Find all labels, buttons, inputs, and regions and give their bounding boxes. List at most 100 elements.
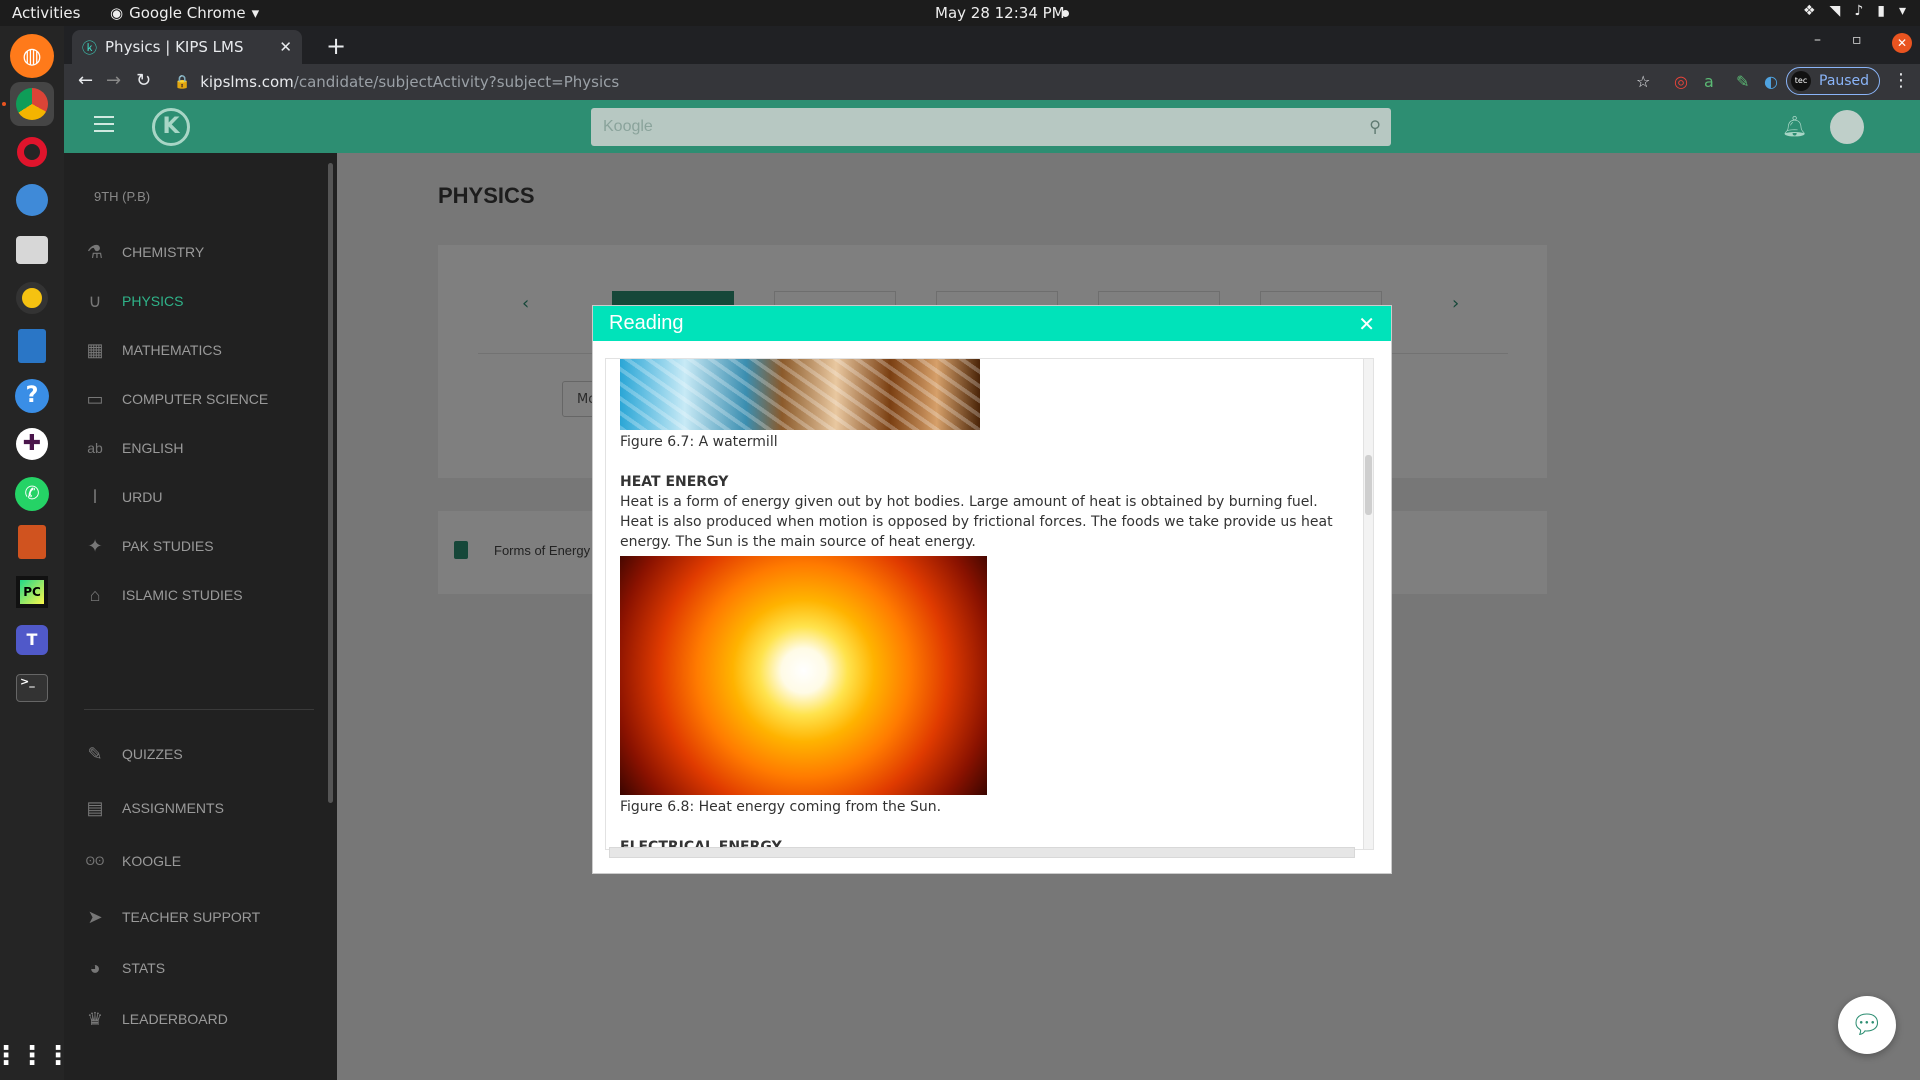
firefox-icon[interactable]: ◍ bbox=[10, 34, 54, 78]
sidebar-item-label: QUIZZES bbox=[122, 746, 183, 762]
figure-caption: Figure 6.7: A watermill bbox=[620, 434, 778, 450]
trophy-icon: ♛ bbox=[86, 1008, 104, 1029]
sidebar-item-stats[interactable]: ◕ STATS bbox=[84, 953, 314, 983]
activities-button[interactable]: Activities bbox=[12, 4, 80, 22]
show-apps-grid-icon[interactable]: ⋮⋮⋮ bbox=[0, 1034, 71, 1078]
teams-tray-icon[interactable]: ❖ bbox=[1803, 3, 1816, 19]
pycharm-icon[interactable]: PC bbox=[10, 570, 54, 614]
pie-chart-icon: ◕ bbox=[89, 957, 101, 978]
search-icon[interactable]: ⚲ bbox=[1369, 117, 1381, 136]
sidebar-item-label: URDU bbox=[122, 489, 163, 505]
opera-icon[interactable] bbox=[10, 130, 54, 174]
address-bar[interactable]: 🔒 kipslms.com/candidate/subjectActivity?… bbox=[174, 67, 1654, 97]
watermill-image bbox=[620, 359, 980, 430]
thunderbird-icon[interactable] bbox=[10, 178, 54, 222]
sidebar-item-physics[interactable]: ∪ PHYSICS bbox=[84, 286, 314, 316]
horizontal-scrollbar[interactable] bbox=[609, 847, 1355, 858]
chrome-icon[interactable] bbox=[10, 82, 54, 126]
profile-avatar: tec bbox=[1791, 71, 1811, 91]
kips-logo[interactable]: K bbox=[152, 108, 190, 146]
sidebar-item-mathematics[interactable]: ▦ MATHEMATICS bbox=[84, 335, 314, 365]
calculator-icon: ▦ bbox=[86, 339, 104, 360]
reading-content[interactable]: Figure 6.7: A watermill HEAT ENERGY Heat… bbox=[605, 358, 1367, 850]
modal-title: Reading bbox=[609, 312, 684, 334]
minimize-button[interactable]: – bbox=[1814, 32, 1821, 48]
sidebar: 9TH (P.B) ⚗ CHEMISTRY ∪ PHYSICS ▦ MATHEMATI… bbox=[64, 153, 337, 1080]
koogle-search[interactable]: ⚲ bbox=[591, 108, 1391, 146]
window-close-button[interactable]: ✕ bbox=[1892, 33, 1912, 53]
sidebar-item-assignments[interactable]: ▤ ASSIGNMENTS bbox=[84, 793, 314, 823]
extension-icon-2[interactable]: a bbox=[1704, 72, 1714, 91]
clipboard-icon: ▤ bbox=[86, 797, 104, 818]
files-icon[interactable] bbox=[10, 228, 54, 272]
edit-icon: ✎ bbox=[87, 743, 103, 764]
mosque-icon: ⌂ bbox=[89, 584, 101, 605]
close-icon[interactable]: ✕ bbox=[1358, 312, 1375, 336]
whatsapp-icon[interactable]: ✆ bbox=[10, 472, 54, 516]
search-input[interactable] bbox=[591, 108, 1391, 146]
impress-icon[interactable] bbox=[10, 520, 54, 564]
back-button[interactable]: ← bbox=[78, 70, 93, 91]
sidebar-item-koogle[interactable]: ʘʘ KOOGLE bbox=[84, 846, 314, 876]
flask-icon: ⚗ bbox=[86, 241, 104, 262]
sidebar-item-leaderboard[interactable]: ♛ LEADERBOARD bbox=[84, 1004, 314, 1034]
help-icon[interactable]: ? bbox=[10, 374, 54, 418]
sidebar-divider bbox=[84, 709, 314, 710]
tab-close-icon[interactable]: ✕ bbox=[279, 38, 292, 56]
sidebar-item-pak-studies[interactable]: ✦ PAK STUDIES bbox=[84, 531, 314, 561]
rhythmbox-icon[interactable] bbox=[10, 276, 54, 320]
chrome-menu-icon[interactable]: ⋮ bbox=[1892, 70, 1910, 91]
sidebar-item-label: LEADERBOARD bbox=[122, 1011, 228, 1027]
chat-icon: 💬︎ bbox=[1850, 1010, 1884, 1040]
extension-icon-3[interactable]: ✎ bbox=[1736, 72, 1749, 91]
app-menu[interactable]: ◉ Google Chrome ▾ bbox=[110, 4, 259, 22]
tab-title: Physics | KIPS LMS bbox=[105, 38, 244, 56]
sidebar-item-chemistry[interactable]: ⚗ CHEMISTRY bbox=[84, 237, 314, 267]
sidebar-item-label: STATS bbox=[122, 960, 166, 976]
sidebar-scrollbar[interactable] bbox=[328, 163, 333, 803]
url-host: kipslms.com bbox=[200, 73, 294, 91]
system-top-bar: Activities ◉ Google Chrome ▾ May 28 12:3… bbox=[0, 0, 1920, 26]
sidebar-item-islamic-studies[interactable]: ⌂ ISLAMIC STUDIES bbox=[84, 580, 314, 610]
lock-icon[interactable]: 🔒 bbox=[174, 75, 190, 90]
new-tab-button[interactable]: + bbox=[326, 32, 346, 60]
profile-button[interactable]: tec Paused bbox=[1786, 67, 1881, 95]
bell-icon[interactable]: 🔔︎ bbox=[1782, 114, 1807, 138]
modal-header: Reading ✕ bbox=[593, 306, 1391, 341]
sidebar-item-label: ASSIGNMENTS bbox=[122, 800, 224, 816]
sidebar-item-quizzes[interactable]: ✎ QUIZZES bbox=[84, 739, 314, 769]
chat-button[interactable]: 💬︎ bbox=[1838, 996, 1896, 1054]
chevron-down-icon: ▾ bbox=[1898, 3, 1906, 19]
sidebar-item-label: TEACHER SUPPORT bbox=[122, 909, 261, 925]
sidebar-item-english[interactable]: ab ENGLISH bbox=[84, 433, 314, 463]
vertical-scrollbar[interactable] bbox=[1363, 358, 1374, 850]
terminal-icon[interactable]: >_ bbox=[10, 666, 54, 710]
notification-dot bbox=[1062, 10, 1069, 17]
writer-icon[interactable] bbox=[10, 324, 54, 368]
sidebar-item-urdu[interactable]: ﺍ URDU bbox=[84, 482, 314, 512]
urdu-script-icon: ﺍ bbox=[92, 486, 98, 507]
sidebar-item-label: PAK STUDIES bbox=[122, 538, 214, 554]
browser-tab-active[interactable]: ⓚ Physics | KIPS LMS ✕ bbox=[72, 30, 302, 64]
hamburger-menu-icon[interactable] bbox=[94, 116, 114, 132]
falcon-icon: ✦ bbox=[87, 535, 103, 556]
extension-icon-4[interactable]: ◐ bbox=[1764, 72, 1778, 91]
teams-icon[interactable]: T bbox=[10, 618, 54, 662]
forward-button[interactable]: → bbox=[106, 70, 121, 91]
clock[interactable]: May 28 12:34 PM bbox=[935, 4, 1065, 22]
system-tray[interactable]: ❖ ◥ ♪ ▮ ▾ bbox=[1803, 3, 1906, 19]
sidebar-item-computer-science[interactable]: ▭ COMPUTER SCIENCE bbox=[84, 384, 314, 414]
bookmark-star-icon[interactable]: ☆ bbox=[1636, 72, 1650, 91]
section-paragraph: Heat is a form of energy given out by ho… bbox=[620, 494, 1333, 550]
scrollbar-thumb[interactable] bbox=[1365, 455, 1372, 515]
user-avatar[interactable] bbox=[1830, 110, 1864, 144]
maximize-button[interactable]: ▫ bbox=[1852, 32, 1862, 48]
reload-button[interactable]: ↻ bbox=[136, 70, 151, 91]
magnet-icon: ∪ bbox=[88, 290, 102, 311]
sidebar-item-label: PHYSICS bbox=[122, 293, 184, 309]
chrome-small-icon: ◉ bbox=[110, 4, 124, 22]
slack-icon[interactable]: ✚ bbox=[10, 422, 54, 466]
extension-icon-1[interactable]: ◎ bbox=[1674, 72, 1688, 91]
sidebar-item-teacher-support[interactable]: ➤ TEACHER SUPPORT bbox=[84, 902, 314, 932]
app-menu-label: Google Chrome bbox=[129, 4, 246, 22]
